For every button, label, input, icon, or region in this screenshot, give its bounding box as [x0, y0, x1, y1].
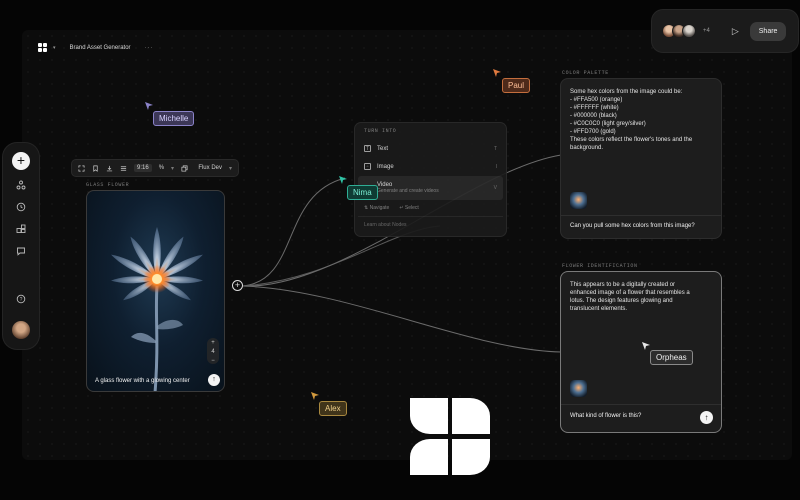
chevron-down-icon[interactable]: ▾ — [229, 165, 232, 172]
cursor-orpheus-icon — [642, 342, 650, 350]
response-line: These colors reflect the flower's tones … — [570, 137, 693, 143]
collaborator-avatars[interactable] — [662, 24, 696, 38]
divider — [561, 215, 721, 216]
chevron-down-icon[interactable]: ▾ — [53, 45, 56, 51]
arrow-up-icon[interactable]: ↑ — [208, 374, 220, 386]
image-caption: A glass flower with a glowing center — [95, 378, 190, 384]
response-line: Some hex colors from the image could be: — [570, 89, 683, 95]
color-palette-node[interactable]: Some hex colors from the image could be:… — [561, 79, 721, 238]
collaborator-count[interactable]: +4 — [703, 28, 710, 34]
percent-icon[interactable]: % — [159, 165, 164, 171]
image-thumbnail — [570, 380, 587, 397]
zoom-level: 4 — [211, 349, 215, 355]
aspect-ratio-select[interactable]: 9:16 — [134, 164, 152, 172]
cursor-nima-icon — [339, 176, 347, 184]
more-options-icon[interactable]: ··· — [145, 45, 154, 51]
text-icon: T — [364, 145, 371, 152]
cursor-label-paul: Paul — [502, 78, 531, 93]
cursor-michelle-icon — [145, 102, 153, 110]
chat-prompt[interactable]: Can you pull some hex colors from this i… — [570, 223, 695, 229]
palette-section-label: COLOR PALETTE — [562, 70, 609, 76]
response-line: - #000000 (black) — [570, 113, 617, 119]
model-select[interactable]: Flux Dev — [198, 165, 222, 171]
menu-footer: ⇅ Navigate ↵ Select — [364, 205, 419, 211]
user-avatar[interactable] — [12, 321, 30, 339]
image-icon: ▫ — [364, 163, 371, 170]
document-title[interactable]: Brand Asset Generator — [70, 45, 131, 51]
response-line: enhanced image of a flower that resemble… — [570, 290, 690, 296]
response-line: lotus. The design features glowing and — [570, 298, 673, 304]
cursor-label-orpheus: Orpheas — [650, 350, 693, 365]
image-node[interactable]: + 4 − A glass flower with a glowing cent… — [86, 190, 225, 392]
add-node-button[interactable]: + — [12, 152, 30, 170]
duplicate-icon[interactable] — [181, 165, 188, 172]
cursor-alex-icon — [311, 392, 319, 400]
response-line: - #FFFFFF (white) — [570, 105, 619, 111]
cursor-label-michelle: Michelle — [153, 111, 195, 126]
cursor-paul-icon — [493, 69, 501, 77]
shortcut-key: V — [493, 185, 497, 191]
divider — [561, 404, 721, 405]
navigate-hint: ⇅ Navigate — [364, 205, 390, 211]
flower-identification-node[interactable]: This appears to be a digitally created o… — [561, 272, 721, 432]
tool-rail: + ? — [3, 143, 39, 349]
play-icon[interactable]: ▷ — [732, 26, 739, 37]
download-icon[interactable] — [106, 165, 113, 172]
shortcut-key: I — [495, 163, 497, 170]
comment-icon[interactable] — [16, 246, 26, 256]
zoom-out-button[interactable]: − — [207, 357, 219, 366]
send-button[interactable]: ↑ — [700, 411, 713, 424]
turn-into-menu: TURN INTO T Text T ▫ Image I ▸ VideoGene… — [355, 123, 506, 236]
zoom-control[interactable]: + 4 − — [207, 338, 219, 364]
node-section-label: GLASS FLOWER — [86, 182, 130, 188]
cursor-label-nima: Nima — [347, 185, 378, 200]
shortcut-key: T — [493, 145, 497, 152]
share-button[interactable]: Share — [749, 21, 787, 41]
response-line: background. — [570, 145, 604, 151]
brand-logo-icon — [410, 398, 490, 475]
response-line: - #C0C0C0 (light grey/silver) — [570, 121, 646, 127]
zoom-in-button[interactable]: + — [207, 339, 219, 348]
svg-text:?: ? — [20, 297, 23, 303]
divider — [358, 216, 503, 217]
response-line: - #FFD700 (gold) — [570, 129, 616, 135]
avatar[interactable] — [682, 24, 696, 38]
node-toolbar: 9:16 % ▾ Flux Dev ▾ — [72, 160, 238, 176]
history-icon[interactable] — [16, 202, 26, 212]
bookmark-icon[interactable] — [92, 165, 99, 172]
select-hint: ↵ Select — [399, 205, 419, 211]
learn-link[interactable]: Learn about Nodes — [364, 222, 407, 228]
expand-icon[interactable] — [78, 165, 85, 172]
menu-item-text[interactable]: T Text T — [358, 140, 503, 157]
nodes-icon[interactable] — [16, 180, 26, 190]
help-icon[interactable]: ? — [16, 294, 26, 304]
chat-prompt[interactable]: What kind of flower is this? — [570, 413, 641, 419]
glass-flower-image — [111, 227, 203, 391]
assets-icon[interactable] — [16, 224, 26, 234]
share-bar: +4 ▷ Share — [652, 10, 798, 52]
menu-header: TURN INTO — [364, 128, 397, 134]
flower-id-response: This appears to be a digitally created o… — [570, 281, 690, 313]
menu-item-description: Generate and create videos — [377, 188, 439, 194]
menu-item-image[interactable]: ▫ Image I — [358, 158, 503, 175]
document-header: ▾ Brand Asset Generator ··· — [38, 43, 154, 52]
response-line: translucent elements. — [570, 306, 628, 312]
chevron-down-icon[interactable]: ▾ — [171, 165, 174, 172]
image-thumbnail — [570, 192, 587, 209]
response-line: - #FFA500 (orange) — [570, 97, 623, 103]
adjust-icon[interactable] — [120, 165, 127, 172]
menu-item-label: Text — [377, 145, 389, 152]
palette-response: Some hex colors from the image could be:… — [570, 88, 692, 152]
app-logo-icon[interactable] — [38, 43, 47, 52]
flower-id-section-label: FLOWER IDENTIFICATION — [562, 263, 638, 269]
cursor-label-alex: Alex — [319, 401, 347, 416]
response-line: This appears to be a digitally created o… — [570, 282, 676, 288]
menu-item-label: Image — [377, 163, 394, 170]
connect-handle[interactable]: + — [232, 280, 243, 291]
menu-item-video[interactable]: ▸ VideoGenerate and create videos V — [358, 176, 503, 200]
